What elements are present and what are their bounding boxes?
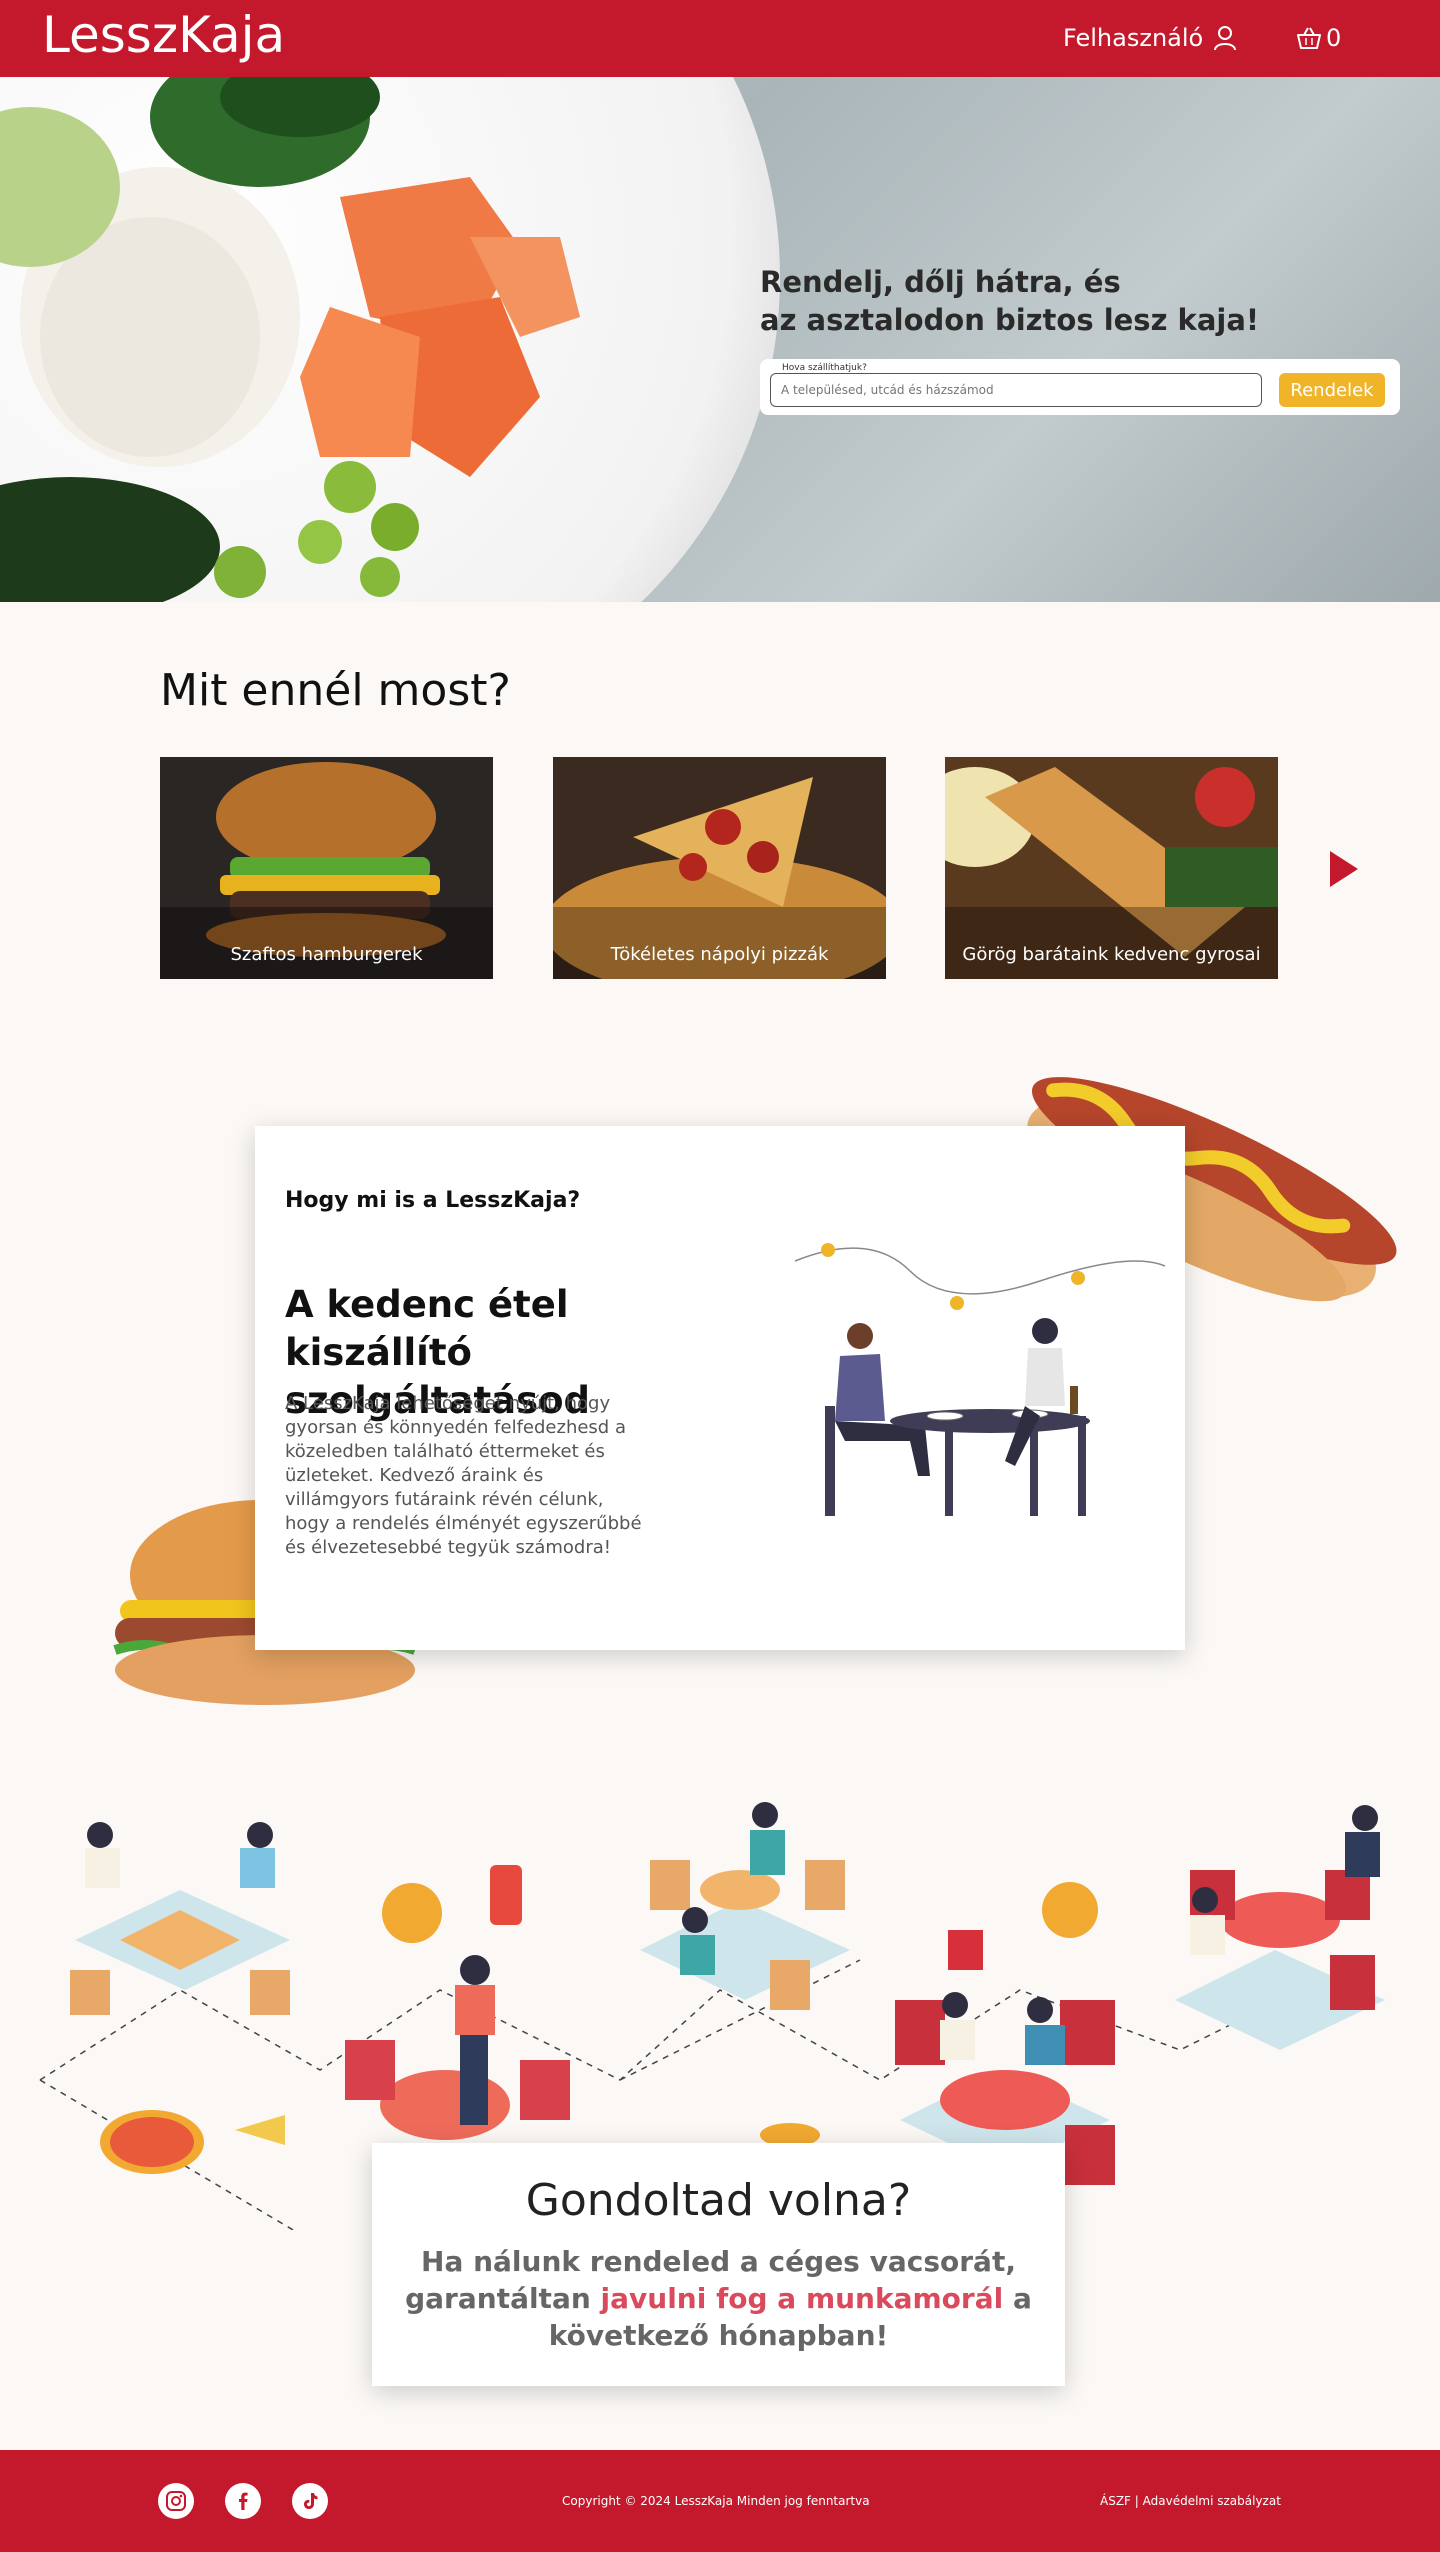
category-label: Tökéletes nápolyi pizzák — [610, 944, 829, 965]
address-search-box: Hova szállíthatjuk? Rendelek — [760, 359, 1400, 415]
instagram-link[interactable] — [158, 2483, 194, 2519]
facebook-link[interactable] — [225, 2483, 261, 2519]
category-label: Görög barátaink kedvenc gyrosai — [962, 944, 1261, 965]
user-icon — [1214, 26, 1237, 51]
cart-icon — [1297, 27, 1321, 49]
did-you-know-card: Gondoltad volna? Ha nálunk rendeled a cé… — [372, 2143, 1065, 2386]
hero-headline-line2: az asztalodon biztos lesz kaja! — [760, 303, 1260, 337]
categories-title: Mit ennél most? — [160, 665, 511, 716]
legal-links[interactable]: ÁSZF | Adavédelmi szabályzat — [1100, 2494, 1281, 2508]
facebook-icon — [239, 2492, 248, 2510]
category-label: Szaftos hamburgerek — [230, 944, 423, 965]
order-button[interactable]: Rendelek — [1279, 373, 1385, 407]
cart-button[interactable]: 0 — [1296, 24, 1341, 52]
about-description: A LesszKaja lehetőséget nyújt, hogy gyor… — [285, 1393, 642, 1558]
header: LesszKaja Felhasználó 0 — [0, 0, 1440, 77]
user-label: Felhasználó — [1063, 24, 1204, 52]
tiktok-link[interactable] — [292, 2483, 328, 2519]
dinner-couple-illustration — [794, 1243, 1166, 1516]
did-you-know-title: Gondoltad volna? — [525, 2175, 912, 2226]
search-label: Hova szállíthatjuk? — [782, 363, 867, 373]
user-menu[interactable]: Felhasználó — [1063, 24, 1237, 52]
chevron-right-icon[interactable] — [1330, 851, 1358, 887]
category-card-pizza[interactable]: Tökéletes nápolyi pizzák — [553, 757, 886, 979]
hero-section: Rendelj, dőlj hátra, és az asztalodon bi… — [0, 77, 1440, 602]
logo[interactable]: LesszKaja — [42, 6, 285, 64]
did-you-know-highlight: javulni fog a munkamorál — [600, 2282, 1004, 2315]
footer: Copyright © 2024 LesszKaja Minden jog fe… — [0, 2450, 1440, 2552]
category-card-gyros[interactable]: Görög barátaink kedvenc gyrosai — [945, 757, 1278, 979]
poke-bowl-image — [0, 77, 780, 602]
about-card: Hogy mi is a LesszKaja? A kedenc étel ki… — [255, 1126, 1185, 1650]
hero-headline: Rendelj, dőlj hátra, és az asztalodon bi… — [760, 263, 1259, 339]
address-input[interactable] — [770, 373, 1262, 407]
category-card-burgers[interactable]: Szaftos hamburgerek — [160, 757, 493, 979]
tiktok-icon — [304, 2493, 318, 2509]
did-you-know-text: Ha nálunk rendeled a céges vacsorát, gar… — [402, 2243, 1035, 2354]
cart-count: 0 — [1326, 24, 1342, 52]
instagram-icon — [166, 2491, 186, 2511]
copyright-text: Copyright © 2024 LesszKaja Minden jog fe… — [562, 2494, 870, 2508]
about-subtitle: Hogy mi is a LesszKaja? — [285, 1188, 581, 1213]
hero-headline-line1: Rendelj, dőlj hátra, és — [760, 265, 1121, 299]
